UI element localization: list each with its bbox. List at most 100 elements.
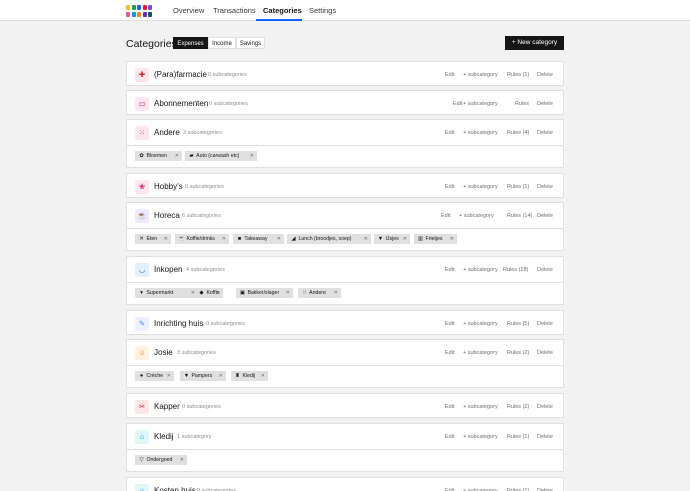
first-aid-icon: ✚	[135, 68, 149, 82]
remove-chip-icon[interactable]: ✕	[450, 234, 454, 244]
rules-button[interactable]: Rules (1)	[507, 184, 529, 190]
add-subcategory-button[interactable]: + subcategory	[463, 184, 498, 190]
category-name[interactable]: Kapper	[154, 402, 180, 411]
edit-button[interactable]: Edit	[445, 130, 454, 136]
remove-chip-icon[interactable]: ✕	[403, 234, 407, 244]
category-card: ☺ Josie 3 subcategories Edit + subcategory Ru…	[126, 339, 564, 388]
remove-chip-icon[interactable]: ✕	[164, 234, 168, 244]
category-name[interactable]: Kosten huis	[154, 486, 196, 491]
remove-chip-icon[interactable]: ✕	[216, 288, 220, 298]
remove-chip-icon[interactable]: ✕	[286, 288, 290, 298]
edit-button[interactable]: Edit	[445, 267, 454, 273]
subcategory-chip[interactable]: ▣ Bakker/slager ✕	[236, 288, 293, 298]
delete-button[interactable]: Delete	[537, 72, 553, 78]
category-name[interactable]: Abonnementen	[154, 99, 208, 108]
tab-overview[interactable]: Overview	[173, 6, 204, 15]
subcategory-chip[interactable]: ▰ Auto (carwash etc) ✕	[185, 151, 257, 161]
app-logo[interactable]	[126, 5, 153, 17]
subcategory-chip[interactable]: ● Crèche ✕	[135, 371, 174, 381]
delete-button[interactable]: Delete	[537, 130, 553, 136]
add-subcategory-button[interactable]: + subcategory	[463, 404, 498, 410]
category-name[interactable]: Horeca	[154, 211, 180, 220]
edit-button[interactable]: Edit	[441, 213, 450, 219]
grid-icon: ⁙	[135, 126, 149, 140]
edit-button[interactable]: Edit	[445, 321, 454, 327]
new-category-button[interactable]: + New category	[505, 36, 564, 50]
subcategory-chip[interactable]: ⁙ Andere ✕	[298, 288, 341, 298]
add-subcategory-button[interactable]: + subcategory	[463, 130, 498, 136]
remove-chip-icon[interactable]: ✕	[250, 151, 254, 161]
logo-square	[148, 12, 152, 17]
category-name[interactable]: Kledij	[154, 432, 174, 441]
rules-button[interactable]: Rules (2)	[507, 350, 529, 356]
subcategory-chip[interactable]: ▼ IJsjes ✕	[374, 234, 410, 244]
add-subcategory-button[interactable]: + subcategory	[463, 434, 498, 440]
delete-button[interactable]: Delete	[537, 404, 553, 410]
subcategory-chip[interactable]: ✿ Bloemen ✕	[135, 151, 182, 161]
rules-button[interactable]: Rules (1)	[507, 434, 529, 440]
delete-button[interactable]: Delete	[537, 184, 553, 190]
subcategory-chip[interactable]: ☕ Koffie/drinks ✕	[175, 234, 229, 244]
subcategory-chip[interactable]: ◢ Lunch (broodjes, soep) ✕	[287, 234, 371, 244]
palette-icon: ❀	[135, 180, 149, 194]
add-subcategory-button[interactable]: + subcategory	[463, 321, 498, 327]
category-name[interactable]: Andere	[154, 128, 180, 137]
category-name[interactable]: Josie	[154, 348, 173, 357]
add-subcategory-button[interactable]: + subcategory	[463, 267, 498, 273]
subcategory-chip[interactable]: ▽ Ondergoed ✕	[135, 455, 187, 465]
subcategory-chip[interactable]: ▥ Frietjes ✕	[414, 234, 457, 244]
edit-button[interactable]: Edit	[445, 350, 454, 356]
category-name[interactable]: (Para)farmacie	[154, 70, 207, 79]
subcategory-chip[interactable]: ✕ Eten ✕	[135, 234, 171, 244]
rules-button[interactable]: Rules (2)	[507, 404, 529, 410]
segment-expenses[interactable]: Expenses	[173, 37, 208, 49]
delete-button[interactable]: Delete	[537, 213, 553, 219]
add-subcategory-button[interactable]: + subcategory	[459, 213, 494, 219]
remove-chip-icon[interactable]: ✕	[219, 371, 223, 381]
delete-button[interactable]: Delete	[537, 350, 553, 356]
remove-chip-icon[interactable]: ✕	[180, 455, 184, 465]
subcategory-chip[interactable]: ♜ Kledij ✕	[231, 371, 268, 381]
add-subcategory-button[interactable]: + subcategory	[463, 350, 498, 356]
edit-button[interactable]: Edit	[445, 404, 454, 410]
remove-chip-icon[interactable]: ✕	[261, 371, 265, 381]
add-subcategory-button[interactable]: + subcategory	[463, 101, 498, 107]
rules-button[interactable]: Rules (1)	[507, 72, 529, 78]
rules-button[interactable]: Rules (4)	[507, 130, 529, 136]
edit-button[interactable]: Edit	[445, 184, 454, 190]
delete-button[interactable]: Delete	[537, 267, 553, 273]
add-subcategory-button[interactable]: + subcategory	[463, 72, 498, 78]
subcategory-chip[interactable]: ◆ Koffie ✕	[195, 288, 223, 298]
active-tab-indicator	[256, 19, 302, 21]
remove-chip-icon[interactable]: ✕	[222, 234, 226, 244]
underwear-icon: ▽	[139, 457, 144, 463]
tab-categories[interactable]: Categories	[263, 6, 302, 15]
subcategory-chip[interactable]: ▾ Supermarkt ✕	[135, 288, 198, 298]
edit-button[interactable]: Edit	[445, 72, 454, 78]
remove-chip-icon[interactable]: ✕	[167, 371, 171, 381]
rules-button[interactable]: Rules (5)	[507, 321, 529, 327]
delete-button[interactable]: Delete	[537, 321, 553, 327]
edit-button[interactable]: Edit	[453, 101, 462, 107]
delete-button[interactable]: Delete	[537, 434, 553, 440]
tab-transactions[interactable]: Transactions	[213, 6, 256, 15]
remove-chip-icon[interactable]: ✕	[334, 288, 338, 298]
rules-button[interactable]: Rules (18)	[503, 267, 528, 273]
tab-settings[interactable]: Settings	[309, 6, 336, 15]
edit-button[interactable]: Edit	[445, 434, 454, 440]
subcategory-chip[interactable]: ▼ Pampers ✕	[180, 371, 226, 381]
rules-button[interactable]: Rules (14)	[507, 213, 532, 219]
category-icon-glyph: ☺	[138, 348, 146, 358]
remove-chip-icon[interactable]: ✕	[364, 234, 368, 244]
rules-button[interactable]: Rules	[515, 101, 529, 107]
category-name[interactable]: Inkopen	[154, 265, 182, 274]
delete-button[interactable]: Delete	[537, 101, 553, 107]
remove-chip-icon[interactable]: ✕	[277, 234, 281, 244]
category-name[interactable]: Hobby's	[154, 182, 183, 191]
segment-savings[interactable]: Savings	[236, 37, 265, 49]
remove-chip-icon[interactable]: ✕	[175, 151, 179, 161]
segment-income[interactable]: Income	[208, 37, 236, 49]
category-name[interactable]: Inrichting huis	[154, 319, 203, 328]
flower-icon: ✿	[139, 153, 144, 159]
subcategory-chip[interactable]: ■ Takeaway ✕	[233, 234, 284, 244]
